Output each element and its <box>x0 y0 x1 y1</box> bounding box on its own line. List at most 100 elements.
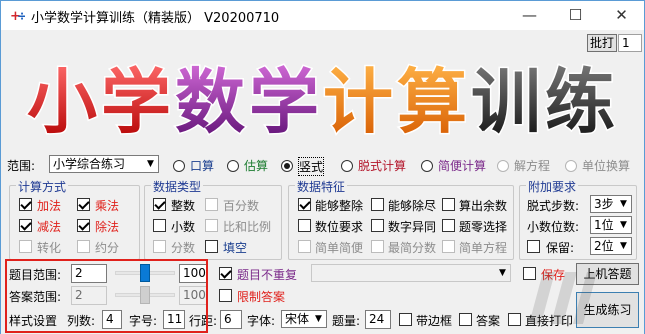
keep-label[interactable]: 保留: <box>546 239 574 256</box>
radio-jiefangcheng[interactable] <box>497 160 509 172</box>
calc-method-title: 计算方式 <box>16 178 69 195</box>
radio-tuoshi-label[interactable]: 脱式计算 <box>358 157 406 174</box>
checkbox-convert-label[interactable]: 转化 <box>37 239 61 256</box>
main-content: 批打 1 小 学 数 学 计 算 训 练 范围: 小学综合练习 ▼ 口算 估算 … <box>1 30 644 334</box>
highlight-box <box>5 259 208 333</box>
checkbox-remainder-label[interactable]: 算出余数 <box>459 197 507 214</box>
checkbox-percent[interactable] <box>205 198 218 211</box>
checkbox-add[interactable] <box>19 198 32 211</box>
radio-gusuan-label[interactable]: 估算 <box>244 157 268 174</box>
checkbox-simple-easy[interactable] <box>298 240 311 253</box>
checkbox-fill-blank-label[interactable]: 填空 <box>223 239 247 256</box>
checkbox-border[interactable] <box>399 313 412 326</box>
checkbox-percent-label[interactable]: 百分数 <box>223 197 259 214</box>
checkbox-limit-answer[interactable] <box>219 289 232 302</box>
radio-jianbian-label[interactable]: 简便计算 <box>438 157 486 174</box>
batch-print-button[interactable]: 批打 <box>587 34 617 52</box>
banner-char-6: 算 <box>397 61 467 143</box>
close-button[interactable]: ✕ <box>599 1 644 30</box>
checkbox-exact[interactable] <box>371 198 384 211</box>
checkbox-digit-diff[interactable] <box>371 219 384 232</box>
checkbox-no-repeat[interactable] <box>219 267 232 280</box>
radio-gusuan[interactable] <box>227 160 239 172</box>
decimal-select-value: 1位 <box>594 218 614 232</box>
batch-count-input[interactable]: 1 <box>618 34 642 52</box>
range-select[interactable]: 小学综合练习 ▼ <box>49 155 159 173</box>
checkbox-limit-answer-label[interactable]: 限制答案 <box>237 288 285 305</box>
checkbox-keep[interactable] <box>527 240 540 253</box>
checkbox-simple-easy-label[interactable]: 简单简便 <box>315 239 363 256</box>
checkbox-direct-print[interactable] <box>508 313 521 326</box>
checkbox-answer[interactable] <box>459 313 472 326</box>
app-window: + ÷ 小学数学计算训练（精装版） V20200710 — ☐ ✕ 批打 1 小… <box>0 0 645 334</box>
checkbox-zero-select-label[interactable]: 题零选择 <box>459 218 507 235</box>
checkbox-multiply[interactable] <box>77 198 90 211</box>
checkbox-decimal-label[interactable]: 小数 <box>171 218 195 235</box>
linespace-input[interactable]: 6 <box>220 310 242 329</box>
checkbox-fraction[interactable] <box>153 240 166 253</box>
chevron-down-icon: ▼ <box>311 311 326 327</box>
banner-char-2: 学 <box>101 61 171 143</box>
svg-text:÷: ÷ <box>17 9 25 23</box>
checkbox-ratio[interactable] <box>205 219 218 232</box>
checkbox-digit-req-label[interactable]: 数位要求 <box>315 218 363 235</box>
banner-char-7: 训 <box>471 61 541 143</box>
checkbox-simplest-fraction-label[interactable]: 最简分数 <box>388 239 436 256</box>
decimal-select[interactable]: 1位 ▼ <box>590 216 632 234</box>
checkbox-decimal[interactable] <box>153 219 166 232</box>
banner-char-3: 数 <box>175 61 245 143</box>
checkbox-divisible-label[interactable]: 能够整除 <box>315 197 363 214</box>
step-select[interactable]: 3步 ▼ <box>590 195 632 213</box>
data-type-title: 数据类型 <box>151 178 204 195</box>
preset-select[interactable]: ▼ <box>311 264 511 282</box>
radio-tuoshi[interactable] <box>341 160 353 172</box>
banner-char-4: 学 <box>249 61 319 143</box>
font-select[interactable]: 宋体 ▼ <box>281 310 327 328</box>
radio-jiefangcheng-label[interactable]: 解方程 <box>514 157 550 174</box>
radio-danwei-label[interactable]: 单位换算 <box>582 157 630 174</box>
checkbox-remainder[interactable] <box>442 198 455 211</box>
checkbox-reduce[interactable] <box>77 240 90 253</box>
checkbox-exact-label[interactable]: 能够除尽 <box>388 197 436 214</box>
checkbox-subtract-label[interactable]: 减法 <box>37 218 61 235</box>
checkbox-border-label[interactable]: 带边框 <box>416 312 452 329</box>
count-input[interactable]: 24 <box>365 310 391 329</box>
chevron-down-icon: ▼ <box>143 156 158 172</box>
range-select-value: 小学综合练习 <box>53 157 126 171</box>
checkbox-multiply-label[interactable]: 乘法 <box>95 197 119 214</box>
extra-title: 附加要求 <box>526 178 579 195</box>
checkbox-subtract[interactable] <box>19 219 32 232</box>
decimal-label: 小数位数: <box>527 220 580 234</box>
checkbox-zero-select[interactable] <box>442 219 455 232</box>
checkbox-simple-equation[interactable] <box>442 240 455 253</box>
checkbox-ratio-label[interactable]: 比和比例 <box>223 218 271 235</box>
checkbox-fraction-label[interactable]: 分数 <box>171 239 195 256</box>
radio-kousuan[interactable] <box>173 160 185 172</box>
radio-shushi-label[interactable]: 竖式 <box>298 157 325 176</box>
radio-jianbian[interactable] <box>421 160 433 172</box>
step-select-value: 3步 <box>594 197 614 211</box>
checkbox-simple-equation-label[interactable]: 简单方程 <box>459 239 507 256</box>
checkbox-answer-label[interactable]: 答案 <box>476 312 500 329</box>
checkbox-integer[interactable] <box>153 198 166 211</box>
checkbox-simplest-fraction[interactable] <box>371 240 384 253</box>
checkbox-fill-blank[interactable] <box>205 240 218 253</box>
radio-kousuan-label[interactable]: 口算 <box>190 157 214 174</box>
radio-danwei[interactable] <box>565 160 577 172</box>
maximize-button[interactable]: ☐ <box>553 1 598 30</box>
checkbox-digit-diff-label[interactable]: 数字异同 <box>388 218 436 235</box>
checkbox-reduce-label[interactable]: 约分 <box>95 239 119 256</box>
checkbox-integer-label[interactable]: 整数 <box>171 197 195 214</box>
minimize-button[interactable]: — <box>507 1 552 30</box>
checkbox-divide[interactable] <box>77 219 90 232</box>
keep-select[interactable]: 2位 ▼ <box>590 237 632 255</box>
radio-shushi[interactable] <box>281 160 293 172</box>
title-bar: + ÷ 小学数学计算训练（精装版） V20200710 — ☐ ✕ <box>1 1 644 30</box>
checkbox-digit-req[interactable] <box>298 219 311 232</box>
checkbox-convert[interactable] <box>19 240 32 253</box>
checkbox-divide-label[interactable]: 除法 <box>95 218 119 235</box>
checkbox-add-label[interactable]: 加法 <box>37 197 61 214</box>
checkbox-divisible[interactable] <box>298 198 311 211</box>
checkbox-no-repeat-label[interactable]: 题目不重复 <box>237 266 297 283</box>
banner-char-1: 小 <box>27 61 97 143</box>
